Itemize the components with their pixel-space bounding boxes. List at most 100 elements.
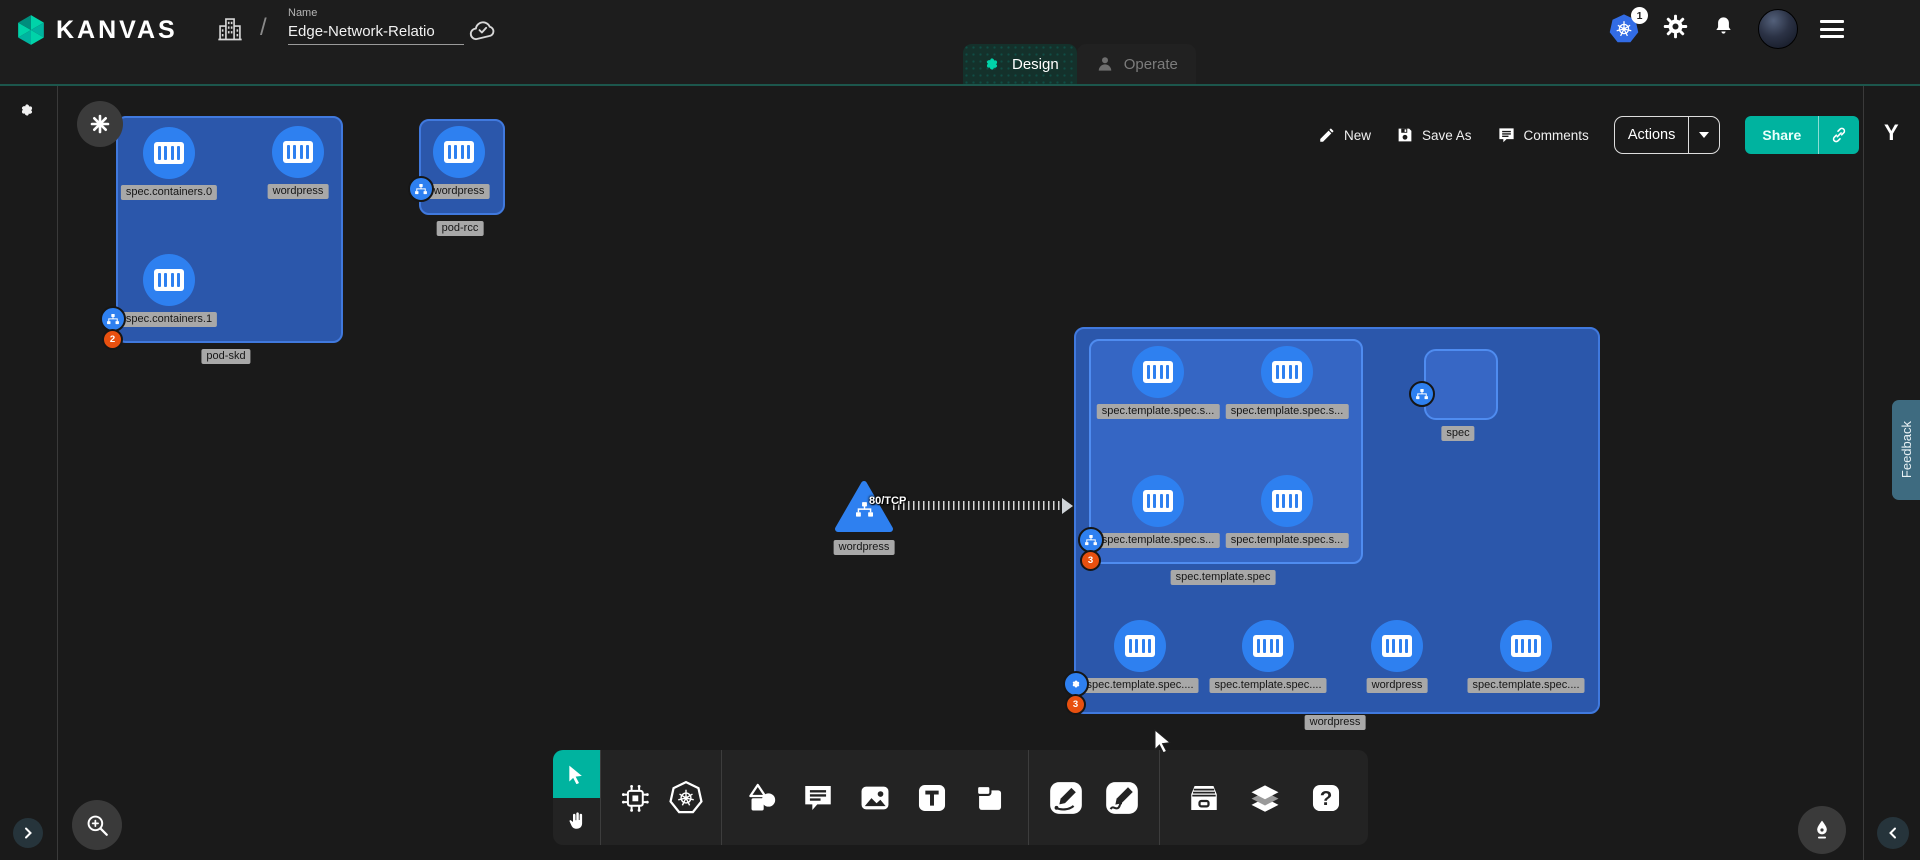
node-spec-containers-0[interactable]: spec.containers.0 xyxy=(143,127,195,179)
pen-nib-icon xyxy=(1810,818,1834,842)
rectangle-note-tool[interactable] xyxy=(972,781,1006,815)
kubernetes-context-button[interactable]: 1 xyxy=(1608,13,1640,45)
share-label: Share xyxy=(1745,116,1818,154)
name-field-label: Name xyxy=(288,7,464,19)
menu-hamburger-icon[interactable] xyxy=(1820,20,1844,38)
node-wordpress-container[interactable]: wordpress xyxy=(272,126,324,178)
issue-count-badge[interactable]: 3 xyxy=(1080,550,1101,571)
user-avatar[interactable] xyxy=(1758,9,1798,49)
design-action-bar: New Save As Comments Actions Share xyxy=(1318,116,1859,154)
group-label: wordpress xyxy=(1305,715,1366,730)
magnifier-plus-icon xyxy=(84,812,110,838)
pan-tool[interactable] xyxy=(553,798,600,846)
new-button[interactable]: New xyxy=(1318,126,1371,144)
copy-link-button[interactable] xyxy=(1819,116,1859,154)
gear-flower-icon xyxy=(88,112,112,136)
node-label: spec.template.spec.s... xyxy=(1226,404,1349,419)
node-label: spec.containers.1 xyxy=(121,312,217,327)
actions-caret-icon[interactable] xyxy=(1689,117,1719,153)
tab-operate-label: Operate xyxy=(1124,56,1178,73)
layers-tool[interactable] xyxy=(1247,780,1283,816)
kubernetes-components-tool[interactable] xyxy=(668,780,704,816)
node-label: wordpress xyxy=(834,540,895,555)
kubernetes-wheel-icon xyxy=(668,780,704,816)
container-icon xyxy=(1242,620,1294,672)
container-icon xyxy=(272,126,324,178)
node-template-container[interactable]: spec.template.spec.... xyxy=(1114,620,1166,672)
save-status-cloud-icon[interactable] xyxy=(468,18,498,49)
pen-icon xyxy=(1047,779,1085,817)
freehand-draw-tool[interactable] xyxy=(1103,779,1141,817)
pen-path-tool[interactable] xyxy=(1047,779,1085,817)
container-icon xyxy=(1132,475,1184,527)
node-label: spec.template.spec.s... xyxy=(1097,533,1220,548)
comments-button[interactable]: Comments xyxy=(1497,126,1589,145)
kubernetes-count-badge: 1 xyxy=(1631,7,1648,24)
comment-tool[interactable] xyxy=(801,781,835,815)
node-wordpress-service[interactable]: wordpress xyxy=(834,480,894,539)
pencil-scribble-icon xyxy=(1103,779,1141,817)
kanvas-app: KANVAS / Name xyxy=(0,0,1920,860)
shapes-icon xyxy=(745,781,779,815)
tab-operate[interactable]: Operate xyxy=(1077,44,1196,84)
node-template-container[interactable]: spec.template.spec.... xyxy=(1242,620,1294,672)
organization-icon[interactable] xyxy=(216,15,244,48)
group-label: pod-rcc xyxy=(437,221,484,236)
question-mark-icon: ? xyxy=(1309,781,1343,815)
zoom-button[interactable] xyxy=(72,800,122,850)
tab-design[interactable]: Design xyxy=(963,44,1077,84)
tab-design-label: Design xyxy=(1012,56,1059,73)
help-tool[interactable]: ? xyxy=(1309,781,1343,815)
brand-logo[interactable]: KANVAS xyxy=(14,13,178,47)
node-wordpress-container[interactable]: wordpress xyxy=(1371,620,1423,672)
design-name-field: Name xyxy=(288,7,464,45)
issue-count-badge[interactable]: 3 xyxy=(1065,694,1086,715)
save-as-button[interactable]: Save As xyxy=(1396,126,1472,144)
select-tool[interactable] xyxy=(553,750,600,798)
comments-label: Comments xyxy=(1524,128,1589,143)
container-icon xyxy=(1132,346,1184,398)
group-spec-template-spec[interactable] xyxy=(1089,339,1363,564)
node-template-container[interactable]: spec.template.spec.s... xyxy=(1261,475,1313,527)
text-tool[interactable] xyxy=(915,781,949,815)
save-icon xyxy=(1396,126,1414,144)
notifications-bell-icon[interactable] xyxy=(1711,14,1736,44)
node-label: spec.template.spec.s... xyxy=(1226,533,1349,548)
header-actions: 1 xyxy=(1608,0,1844,58)
node-template-container[interactable]: spec.template.spec.s... xyxy=(1261,346,1313,398)
pencil-icon xyxy=(1318,126,1336,144)
design-name-input[interactable] xyxy=(288,21,464,45)
save-as-label: Save As xyxy=(1422,128,1472,143)
edge-wordpress-to-deployment[interactable] xyxy=(893,501,1063,510)
node-label: spec.template.spec.... xyxy=(1210,678,1327,693)
node-spec-containers-1[interactable]: spec.containers.1 xyxy=(143,254,195,306)
node-wordpress-container[interactable]: wordpress xyxy=(433,126,485,178)
expand-left-panel-button[interactable] xyxy=(13,818,43,848)
settings-gear-icon[interactable] xyxy=(1662,13,1689,45)
image-tool[interactable] xyxy=(858,781,892,815)
issue-count-badge[interactable]: 2 xyxy=(102,329,123,350)
node-label: spec.containers.0 xyxy=(121,185,217,200)
container-icon xyxy=(143,254,195,306)
whiteboarding-pen-button[interactable] xyxy=(1798,806,1846,854)
comment-icon xyxy=(1497,126,1516,145)
collapse-right-panel-button[interactable] xyxy=(1877,817,1909,849)
node-template-container[interactable]: spec.template.spec.s... xyxy=(1132,346,1184,398)
annotation-tools xyxy=(722,750,1029,845)
share-button[interactable]: Share xyxy=(1745,116,1859,154)
node-template-container[interactable]: spec.template.spec.s... xyxy=(1132,475,1184,527)
drawer-tool[interactable] xyxy=(1186,780,1222,816)
node-action-gear-button[interactable] xyxy=(77,101,123,147)
integrations-chip-tool[interactable] xyxy=(618,781,652,815)
network-relationship-badge[interactable] xyxy=(408,176,434,202)
yaml-dock-toggle[interactable]: Y xyxy=(1884,120,1899,146)
network-relationship-badge[interactable] xyxy=(1409,381,1435,407)
shapes-tool[interactable] xyxy=(745,781,779,815)
actions-dropdown[interactable]: Actions xyxy=(1614,116,1721,154)
node-spec[interactable] xyxy=(1424,349,1498,420)
mode-tabs: Design Operate xyxy=(963,44,1196,84)
node-template-container[interactable]: spec.template.spec.... xyxy=(1500,620,1552,672)
feedback-tab[interactable]: Feedback xyxy=(1892,400,1920,500)
breadcrumb-slash: / xyxy=(260,14,267,42)
comment-bubble-icon xyxy=(801,781,835,815)
